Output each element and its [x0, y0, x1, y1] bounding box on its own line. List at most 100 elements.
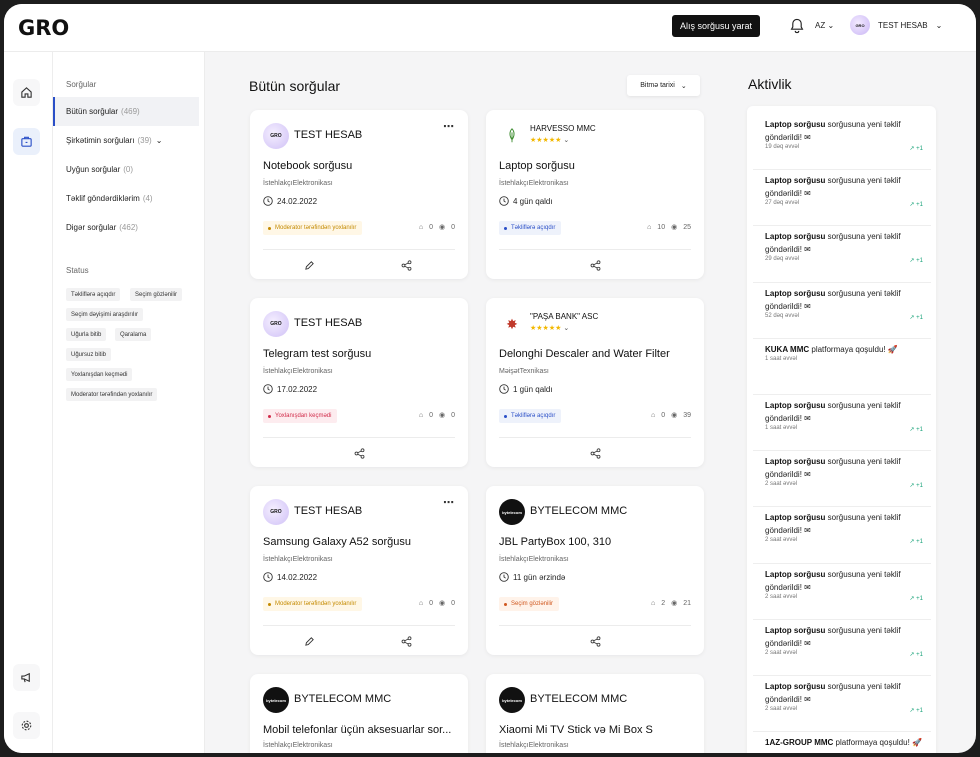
- request-card[interactable]: GRO TEST HESAB ⋯ Notebook sorğusu İstehl…: [250, 110, 468, 279]
- activity-text: Laptop sorğusu sorğusuna yeni təklif gön…: [765, 455, 923, 481]
- activity-item[interactable]: 1AZ-GROUP MMC platformaya qoşuldu! 🚀: [753, 736, 931, 753]
- more-icon[interactable]: ⋯: [443, 496, 454, 509]
- rating-stars-text: ★★★★★: [530, 137, 562, 144]
- request-card[interactable]: ✸ "PAŞA BANK" ASC ★★★★★ ⌄ Delonghi Desca…: [486, 298, 704, 467]
- create-request-button[interactable]: Alış sorğusu yarat: [672, 15, 760, 37]
- share-icon[interactable]: [588, 446, 602, 460]
- status-badge-label: Seçim gözlənilir: [511, 601, 554, 607]
- activity-item[interactable]: KUKA MMC platformaya qoşuldu! 🚀 1 saat əv…: [753, 343, 931, 395]
- language-selector[interactable]: AZ ⌄: [815, 21, 834, 30]
- rating-stars-text: ★★★★★: [530, 325, 562, 332]
- nav-item-count: (4): [142, 194, 153, 203]
- clock-icon: [499, 196, 509, 206]
- status-chip[interactable]: Uğursuz bitib: [66, 348, 112, 361]
- activity-item[interactable]: Laptop sorğusu sorğusuna yeni təklif gön…: [753, 399, 931, 452]
- card-title[interactable]: Delonghi Descaler and Water Filter: [499, 348, 670, 360]
- request-card[interactable]: bytelecom BYTELECOM MMC JBL PartyBox 100…: [486, 486, 704, 655]
- activity-item[interactable]: Laptop sorğusu sorğusuna yeni təklif gön…: [753, 455, 931, 508]
- divider: [263, 249, 455, 250]
- activity-delta: ↗ +1: [909, 595, 923, 602]
- avatar: GRO: [850, 15, 870, 35]
- gear-icon[interactable]: [13, 712, 40, 739]
- status-badge: Seçim gözlənilir: [499, 597, 560, 611]
- tag-icon: ⌂: [650, 411, 656, 419]
- status-badge-label: Yoxlanışdan keçmədi: [275, 413, 332, 419]
- status-chip[interactable]: Moderator tərəfindən yoxlanılır: [66, 388, 158, 401]
- top-bar: GRO Alış sorğusu yarat AZ ⌄ GRO TEST HES…: [4, 4, 976, 52]
- activity-delta-value: +1: [916, 146, 923, 152]
- clock-icon: [263, 196, 273, 206]
- status-chip[interactable]: Seçim gözlənilir: [130, 288, 183, 301]
- card-date-text: 17.02.2022: [277, 384, 318, 394]
- activity-delta: ↗ +1: [909, 426, 923, 433]
- activity-message: platformaya qoşuldu! 🚀: [809, 344, 898, 354]
- share-icon[interactable]: [399, 258, 413, 272]
- activity-item[interactable]: Laptop sorğusu sorğusuna yeni təklif gön…: [753, 174, 931, 227]
- activity-item[interactable]: Laptop sorğusu sorğusuna yeni təklif gön…: [753, 511, 931, 564]
- edit-icon[interactable]: [302, 634, 316, 648]
- activity-message: platformaya qoşuldu! 🚀: [833, 738, 922, 748]
- activity-item[interactable]: Laptop sorğusu sorğusuna yeni təklif gön…: [753, 568, 931, 620]
- card-title[interactable]: Xiaomi Mi TV Stick və Mi Box S: [499, 724, 653, 736]
- nav-item-matching-requests[interactable]: Uyğun sorğular (0): [53, 155, 199, 184]
- card-title[interactable]: Samsung Galaxy A52 sorğusu: [263, 536, 411, 548]
- status-dot: [504, 602, 507, 606]
- nav-item-label: Digər sorğular: [66, 223, 117, 232]
- megaphone-icon[interactable]: [13, 664, 40, 691]
- requests-icon[interactable]: [13, 128, 40, 155]
- avatar: ✸: [499, 311, 525, 337]
- edit-icon[interactable]: [302, 258, 316, 272]
- nav-item-sent-offers[interactable]: Təklif göndərdiklərim (4): [53, 184, 199, 213]
- status-chip[interactable]: Yoxlanışdan keçmədi: [66, 368, 133, 381]
- share-icon[interactable]: [588, 634, 602, 648]
- request-card[interactable]: bytelecom BYTELECOM MMC Mobil telefonlar…: [250, 674, 468, 753]
- status-chip[interactable]: Təkliflərə açıqdır: [66, 288, 121, 301]
- request-card[interactable]: bytelecom BYTELECOM MMC Xiaomi Mi TV Sti…: [486, 674, 704, 753]
- card-category: İstehlakçıElektronikası: [263, 556, 333, 563]
- nav-item-label: Bütün sorğular: [66, 107, 119, 116]
- share-icon[interactable]: [352, 446, 366, 460]
- request-card[interactable]: GRO TEST HESAB ⋯ Samsung Galaxy A52 sorğ…: [250, 486, 468, 655]
- card-title[interactable]: JBL PartyBox 100, 310: [499, 536, 611, 548]
- activity-item[interactable]: Laptop sorğusu sorğusuna yeni təklif gön…: [753, 230, 931, 283]
- status-badge: Moderator tərəfindən yoxlanılır: [263, 597, 363, 611]
- activity-subject: Laptop sorğusu: [765, 457, 826, 467]
- card-owner: TEST HESAB: [294, 129, 363, 141]
- activity-item[interactable]: Laptop sorğusu sorğusuna yeni təklif gön…: [753, 624, 931, 676]
- avatar: bytelecom: [499, 499, 525, 525]
- activity-text: KUKA MMC platformaya qoşuldu! 🚀: [765, 343, 923, 356]
- status-chip[interactable]: Uğurla bitib: [66, 328, 107, 341]
- nav-item-count: (39): [137, 136, 152, 145]
- nav-item-other-requests[interactable]: Digər sorğular (462): [53, 213, 199, 242]
- nav-item-label: Şirkətimin sorğuları: [66, 136, 135, 145]
- clock-icon: [263, 572, 273, 582]
- request-card[interactable]: GRO TEST HESAB Telegram test sorğusu İst…: [250, 298, 468, 467]
- card-title[interactable]: Telegram test sorğusu: [263, 348, 371, 360]
- nav-item-company-requests[interactable]: Şirkətimin sorğuları (39) ⌄: [53, 126, 199, 155]
- activity-delta-value: +1: [916, 427, 923, 433]
- status-chip[interactable]: Seçim dəyişimi araşdırılır: [66, 308, 144, 321]
- activity-item[interactable]: Laptop sorğusu sorğusuna yeni təklif gön…: [753, 680, 931, 733]
- activity-subject: KUKA MMC: [765, 344, 810, 354]
- divider: [499, 437, 691, 438]
- activity-item[interactable]: Laptop sorğusu sorğusuna yeni təklif gön…: [753, 287, 931, 339]
- bell-icon[interactable]: [790, 18, 804, 34]
- nav-item-all-requests[interactable]: Bütün sorğular (469): [53, 97, 199, 126]
- requests-nav: Sorğular Bütün sorğular (469) Şirkətimin …: [53, 52, 205, 753]
- card-title[interactable]: Mobil telefonlar üçün aksesuarlar sor...: [263, 724, 451, 736]
- status-badge-label: Moderator tərəfindən yoxlanılır: [275, 601, 357, 607]
- request-card[interactable]: HARVESSO MMC ★★★★★ ⌄ Laptop sorğusu İste…: [486, 110, 704, 279]
- logo[interactable]: GRO: [18, 16, 69, 40]
- user-menu[interactable]: GRO TEST HESAB ⌄: [850, 15, 942, 35]
- card-title[interactable]: Laptop sorğusu: [499, 160, 575, 172]
- activity-item[interactable]: Laptop sorğusu sorğusuna yeni təklif gön…: [753, 118, 931, 171]
- sort-dropdown[interactable]: Bitmə tarixi ⌄: [627, 75, 700, 96]
- activity-time: 2 saat əvvəl: [765, 706, 798, 712]
- share-icon[interactable]: [399, 634, 413, 648]
- card-title[interactable]: Notebook sorğusu: [263, 160, 352, 172]
- more-icon[interactable]: ⋯: [443, 120, 454, 133]
- share-icon[interactable]: [588, 258, 602, 272]
- nav-item-count: (462): [119, 223, 138, 232]
- status-chip[interactable]: Qaralama: [115, 328, 152, 341]
- home-icon[interactable]: [13, 79, 40, 106]
